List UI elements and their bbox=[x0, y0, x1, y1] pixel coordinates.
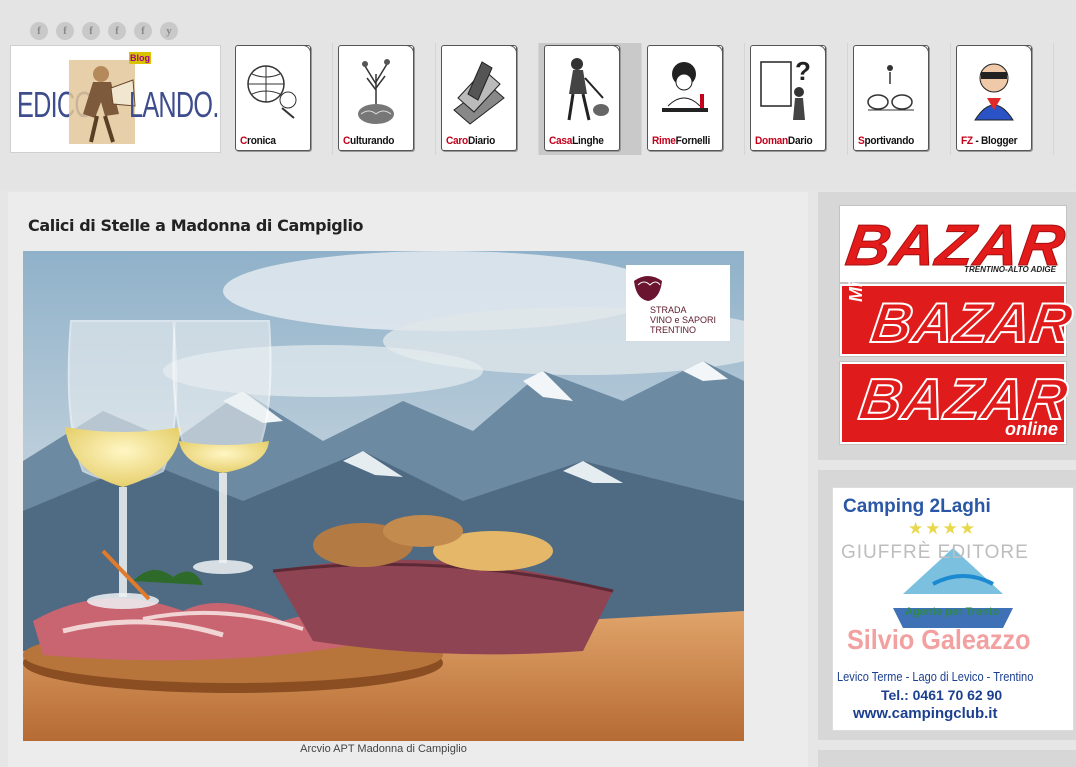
post-hero-image[interactable]: STRADA VINO e SAPORI TRENTINO bbox=[23, 251, 744, 741]
superhero-avatar-icon bbox=[974, 63, 1014, 121]
bazar-subtitle: TRENTINO-ALTO ADIGE bbox=[964, 265, 1056, 274]
strada-vino-logo: STRADA VINO e SAPORI TRENTINO bbox=[626, 265, 730, 341]
nav-label-red: C bbox=[240, 135, 248, 147]
nav-card: CasaLinghe bbox=[544, 45, 620, 151]
nav-card: Sportivando bbox=[853, 45, 929, 151]
nav-item-cronica[interactable]: Cronica bbox=[230, 43, 333, 155]
nav-label-rest: Fornelli bbox=[675, 135, 711, 147]
nav-label-red: Casa bbox=[549, 135, 573, 147]
nav-item-culturando[interactable]: Culturando bbox=[333, 43, 436, 155]
nav-label-red: C bbox=[343, 135, 351, 147]
social-links: f f f f f y bbox=[30, 22, 178, 40]
nav-item-rimefornelli[interactable]: RimeFornelli bbox=[642, 43, 745, 155]
logo-line: VINO e SAPORI bbox=[650, 315, 717, 325]
chef-icon bbox=[662, 62, 708, 112]
nav-label-red: Rime bbox=[652, 135, 676, 147]
nav-card: Culturando bbox=[338, 45, 414, 151]
image-caption: Arcvio APT Madonna di Campiglio bbox=[300, 743, 467, 755]
agent-name: Silvio Galeazzo bbox=[847, 624, 1031, 655]
nav-card: RimeFornelli bbox=[647, 45, 723, 151]
books-icon bbox=[453, 61, 505, 125]
nav-label-rest: - Blogger bbox=[972, 135, 1018, 147]
nav-card: CaroDiario bbox=[441, 45, 517, 151]
twitter-icon[interactable]: y bbox=[160, 22, 178, 40]
bazar-banner-1[interactable]: BAZAR TRENTINO-ALTO ADIGE bbox=[839, 205, 1070, 283]
nav-card: Cronica bbox=[235, 45, 311, 151]
nav-label-rest: ronica bbox=[247, 135, 276, 147]
nav-label-red: Caro bbox=[446, 135, 468, 147]
bazar-logo-text: BAZAR bbox=[867, 290, 1076, 355]
bazar-banner-2[interactable]: Mio BAZAR bbox=[839, 271, 1076, 357]
post-title[interactable]: Calici di Stelle a Madonna di Campiglio bbox=[28, 216, 364, 235]
globe-icon bbox=[247, 65, 297, 119]
athletes-icon bbox=[867, 65, 914, 111]
camping-phone: Tel.: 0461 70 62 90 bbox=[881, 687, 1003, 703]
camping-ad[interactable]: Camping 2Laghi ★★★★ GIUFFRÈ EDITORE Agen… bbox=[832, 487, 1074, 731]
facebook-icon[interactable]: f bbox=[134, 22, 152, 40]
nav-label-rest: portivando bbox=[864, 135, 915, 147]
nav-label-red: FZ bbox=[961, 135, 973, 147]
nav-item-domandario[interactable]: ? DomanDario bbox=[745, 43, 848, 155]
facebook-icon[interactable]: f bbox=[82, 22, 100, 40]
question-mirror-icon: ? bbox=[760, 56, 811, 120]
site-logo[interactable]: EDICO Blog LANDO.it bbox=[10, 45, 221, 153]
nav-label-rest: Diario bbox=[467, 135, 495, 147]
blog-badge: Blog bbox=[129, 52, 151, 64]
camping-title: Camping 2Laghi bbox=[843, 496, 991, 517]
logo-line: STRADA bbox=[650, 305, 687, 315]
facebook-icon[interactable]: f bbox=[56, 22, 74, 40]
logo-text-right: LANDO.it bbox=[129, 84, 221, 125]
nav-item-fz-blogger[interactable]: FZ - Blogger bbox=[951, 43, 1054, 155]
nav-item-sportivando[interactable]: Sportivando bbox=[848, 43, 951, 155]
logo-line: TRENTINO bbox=[650, 325, 696, 335]
nav-card: ? DomanDario bbox=[750, 45, 826, 151]
nav-label-rest: Dario bbox=[787, 135, 813, 147]
mio-prefix: Mio bbox=[846, 271, 866, 302]
wine-glass-logo-icon bbox=[634, 276, 662, 301]
camping-address: Levico Terme - Lago di Levico - Trentino bbox=[837, 669, 1034, 684]
bazar-online-text: online bbox=[1005, 419, 1058, 439]
rating-stars: ★★★★ bbox=[908, 519, 977, 538]
facebook-icon[interactable]: f bbox=[30, 22, 48, 40]
nav-item-carodiario[interactable]: CaroDiario bbox=[436, 43, 539, 155]
nav-label-rest: ulturando bbox=[350, 135, 395, 147]
nav-card: FZ - Blogger bbox=[956, 45, 1032, 151]
nav-item-casalinghe[interactable]: CasaLinghe bbox=[539, 43, 642, 155]
site-header: f f f f f y EDICO Blog LANDO.it Cronica … bbox=[0, 0, 1076, 190]
publisher-watermark: GIUFFRÈ EDITORE bbox=[841, 542, 1029, 563]
facebook-icon[interactable]: f bbox=[108, 22, 126, 40]
bazar-banner-3[interactable]: BAZAR online bbox=[839, 361, 1074, 445]
camping-website[interactable]: www.campingclub.it bbox=[853, 705, 997, 722]
category-nav: Cronica Culturando CaroDiario CasaLinghe… bbox=[230, 43, 1054, 155]
svg-text:?: ? bbox=[795, 56, 811, 86]
woman-vacuum-icon bbox=[567, 58, 609, 121]
nav-label-rest: Linghe bbox=[572, 135, 604, 147]
nav-label-red: Doman bbox=[755, 135, 788, 147]
tree-brain-icon bbox=[358, 59, 394, 124]
next-ad-box bbox=[818, 750, 1076, 767]
agent-label: Agente per Trento bbox=[905, 606, 1000, 618]
